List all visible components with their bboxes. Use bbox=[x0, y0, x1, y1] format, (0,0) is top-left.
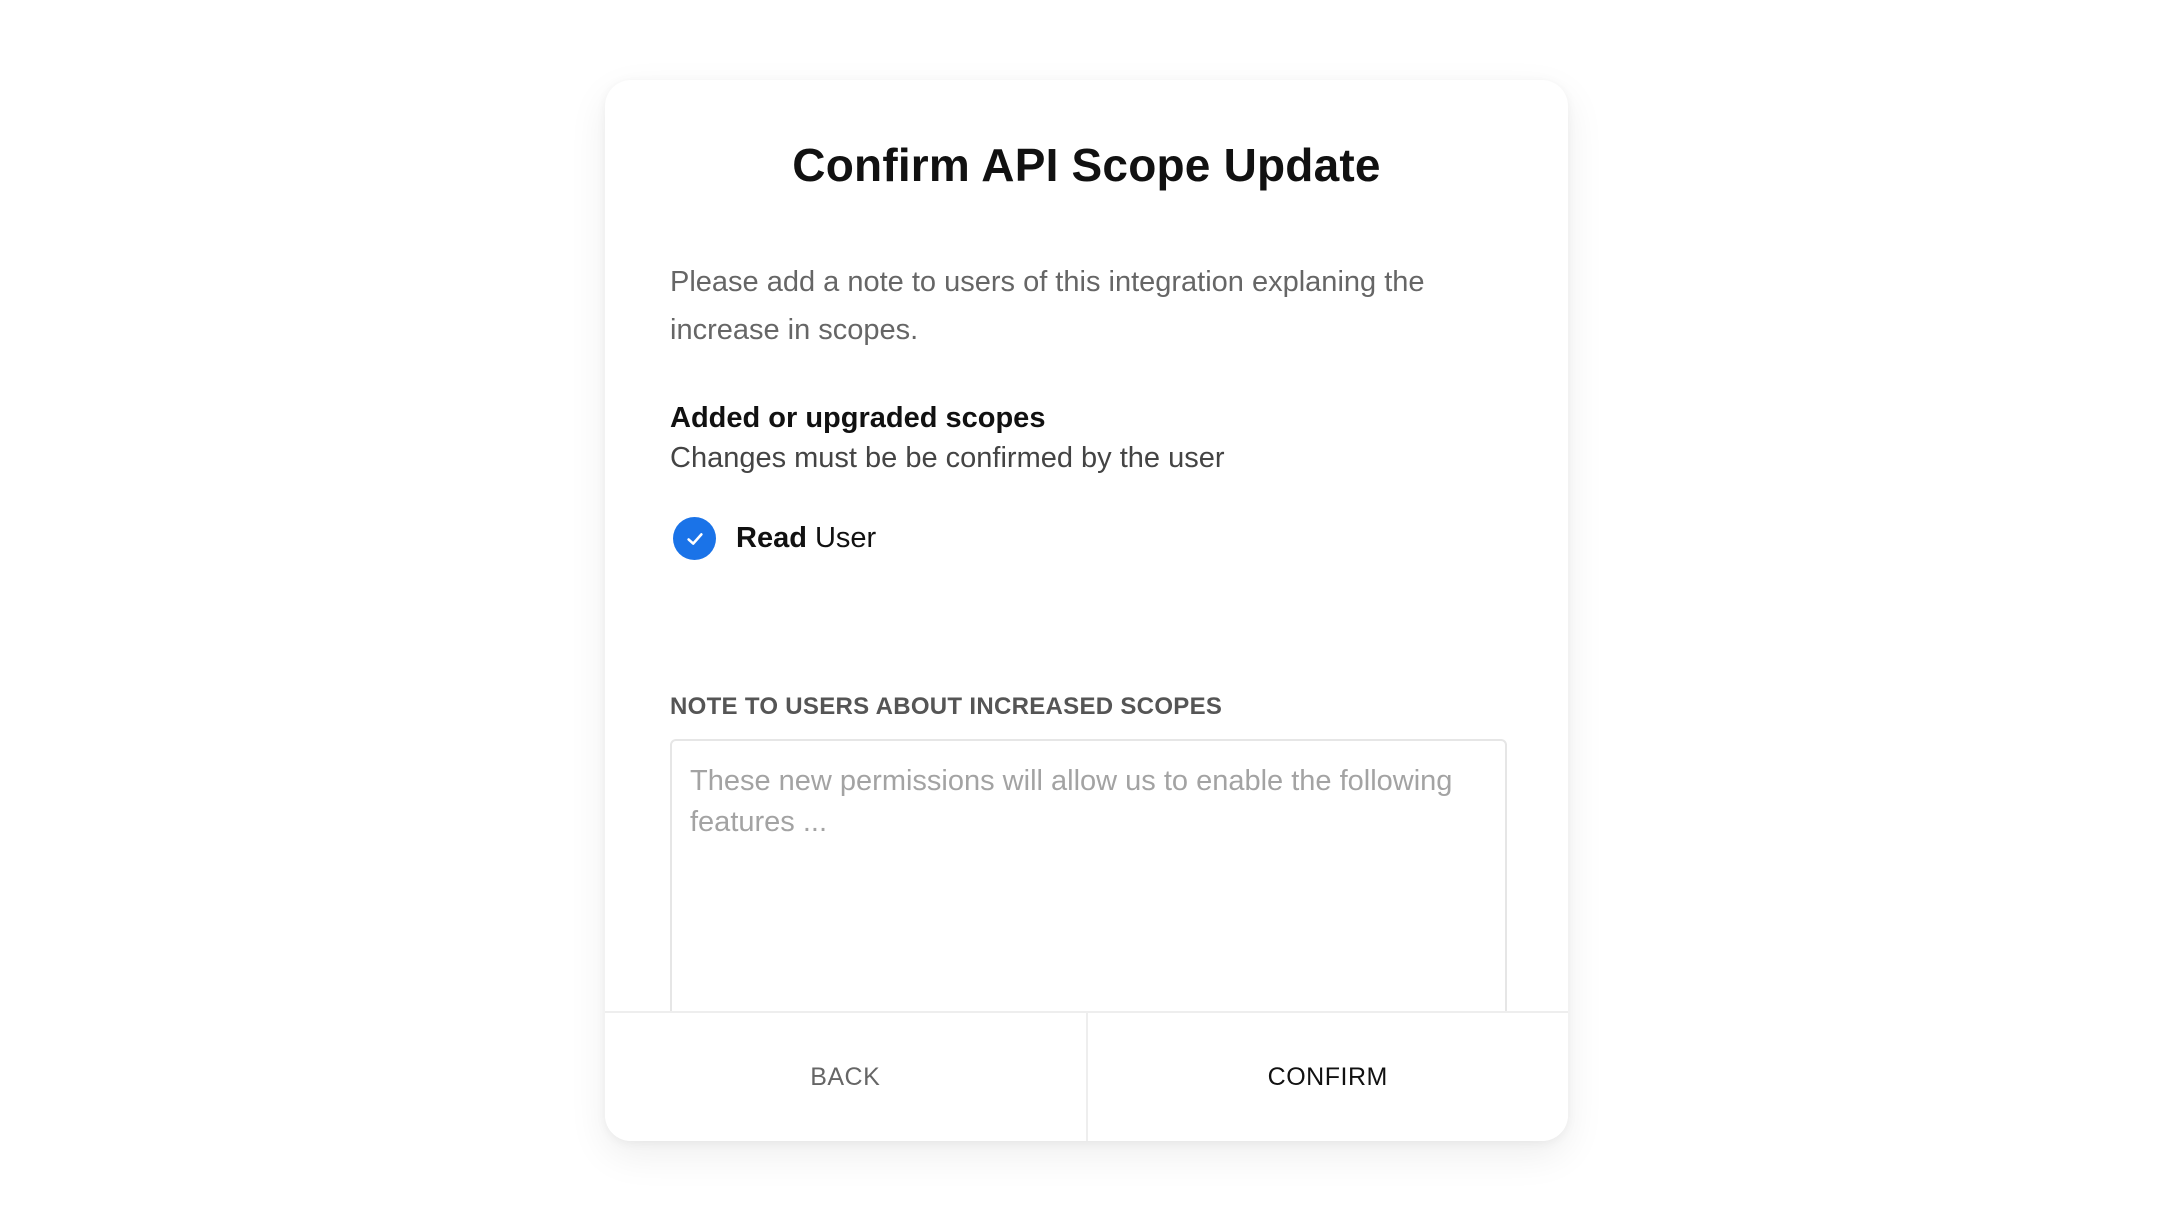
confirm-scope-dialog: Confirm API Scope Update Please add a no… bbox=[605, 80, 1568, 1141]
dialog-title: Confirm API Scope Update bbox=[792, 139, 1381, 191]
back-button[interactable]: BACK bbox=[605, 1013, 1088, 1141]
note-textarea[interactable] bbox=[670, 739, 1507, 1029]
dialog-footer: BACK CONFIRM bbox=[605, 1011, 1568, 1141]
checkmark-glyph bbox=[686, 532, 703, 545]
section-heading: Added or upgraded scopes bbox=[670, 402, 1046, 434]
scope-resource: User bbox=[814, 522, 877, 554]
section-subtitle: Changes must be be confirmed by the user bbox=[670, 442, 1225, 474]
scope-item-read-user: Read User bbox=[673, 517, 876, 560]
dialog-description: Please add a note to users of this integ… bbox=[670, 266, 1425, 346]
scope-label: Read User bbox=[736, 522, 876, 555]
confirm-button[interactable]: CONFIRM bbox=[1087, 1013, 1568, 1141]
scope-action: Read bbox=[736, 522, 807, 554]
note-field-label: NOTE TO USERS ABOUT INCREASED SCOPES bbox=[670, 693, 1223, 720]
check-icon bbox=[673, 517, 716, 560]
